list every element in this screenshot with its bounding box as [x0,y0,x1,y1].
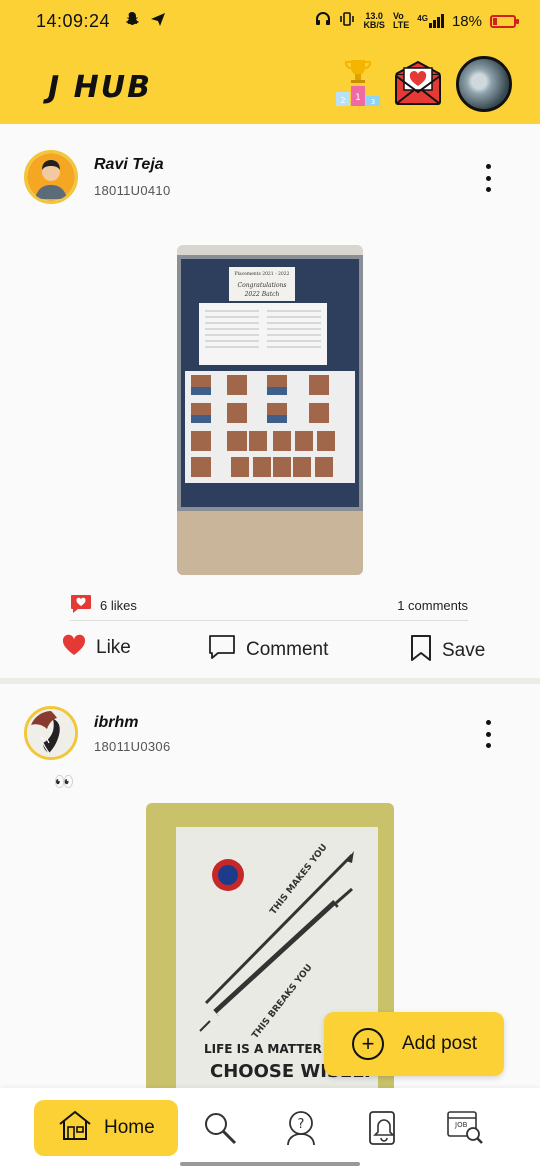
bookmark-icon [410,634,432,668]
nav-home[interactable]: Home [34,1100,178,1156]
post-caption: 👀 [54,774,74,791]
heart-icon [62,634,86,662]
add-post-button[interactable]: + Add post [324,1012,504,1076]
home-icon [58,1109,92,1147]
comment-icon [208,634,236,666]
avatar[interactable] [24,150,78,204]
more-options-icon[interactable] [480,164,496,192]
snapchat-icon [124,11,140,31]
network-speed: 13.0 KB/S [363,11,385,30]
avatar[interactable] [24,706,78,760]
likes-count[interactable]: 6 likes [100,598,137,613]
app-header: 14:09:24 13.0 KB/S Vo LTE 4G 18% J HUB 2… [0,0,540,124]
search-icon[interactable] [202,1110,238,1151]
post-user-id: 18011U0410 [94,183,171,198]
help-icon[interactable]: ? [284,1110,318,1151]
gesture-bar [180,1162,360,1166]
battery-percent: 18% [451,12,482,30]
post-actions: Like Comment Save [0,634,540,670]
svg-text:JOB: JOB [454,1121,468,1129]
love-mail-icon[interactable] [394,60,442,111]
status-bar: 14:09:24 13.0 KB/S Vo LTE 4G 18% [0,0,540,42]
bottom-nav: Home ? JOB [0,1088,540,1170]
likes-heart-icon [70,594,92,617]
app-logo: J HUB [48,70,152,105]
send-icon [150,11,166,31]
status-time: 14:09:24 [36,10,111,31]
board-text-2: Congratulations [237,282,286,289]
leaderboard-icon[interactable]: 2 1 3 [334,58,382,113]
comment-button[interactable]: Comment [208,634,328,666]
save-button[interactable]: Save [410,634,485,668]
svg-text:2: 2 [340,96,345,105]
post-image[interactable]: Placements 2021 - 2022 Congratulations 2… [177,245,363,575]
post-author[interactable]: Ravi Teja [94,156,164,174]
more-options-icon[interactable] [480,720,496,748]
svg-text:?: ? [298,1117,305,1132]
board-text-3: 2022 Batch [244,291,280,298]
vibrate-icon [339,11,355,31]
divider [70,620,468,621]
post-user-id: 18011U0306 [94,739,171,754]
svg-text:3: 3 [371,98,375,106]
svg-text:1: 1 [355,93,361,103]
post-stats: 6 likes 1 comments [70,590,468,620]
signal-icon: 4G [417,14,444,28]
profile-avatar[interactable] [456,56,512,112]
post-author[interactable]: ibrhm [94,714,138,732]
jobs-icon[interactable]: JOB [446,1110,484,1151]
comments-count[interactable]: 1 comments [397,598,468,613]
post-card: Ravi Teja 18011U0410 Placements 2021 - 2… [0,124,540,678]
headphones-icon [315,11,331,31]
notifications-icon[interactable] [366,1110,402,1151]
battery-icon [490,14,519,28]
like-button[interactable]: Like [62,634,131,662]
board-text-1: Placements 2021 - 2022 [235,271,290,277]
volte-icon: Vo LTE [392,11,410,30]
plus-icon: + [352,1028,384,1060]
